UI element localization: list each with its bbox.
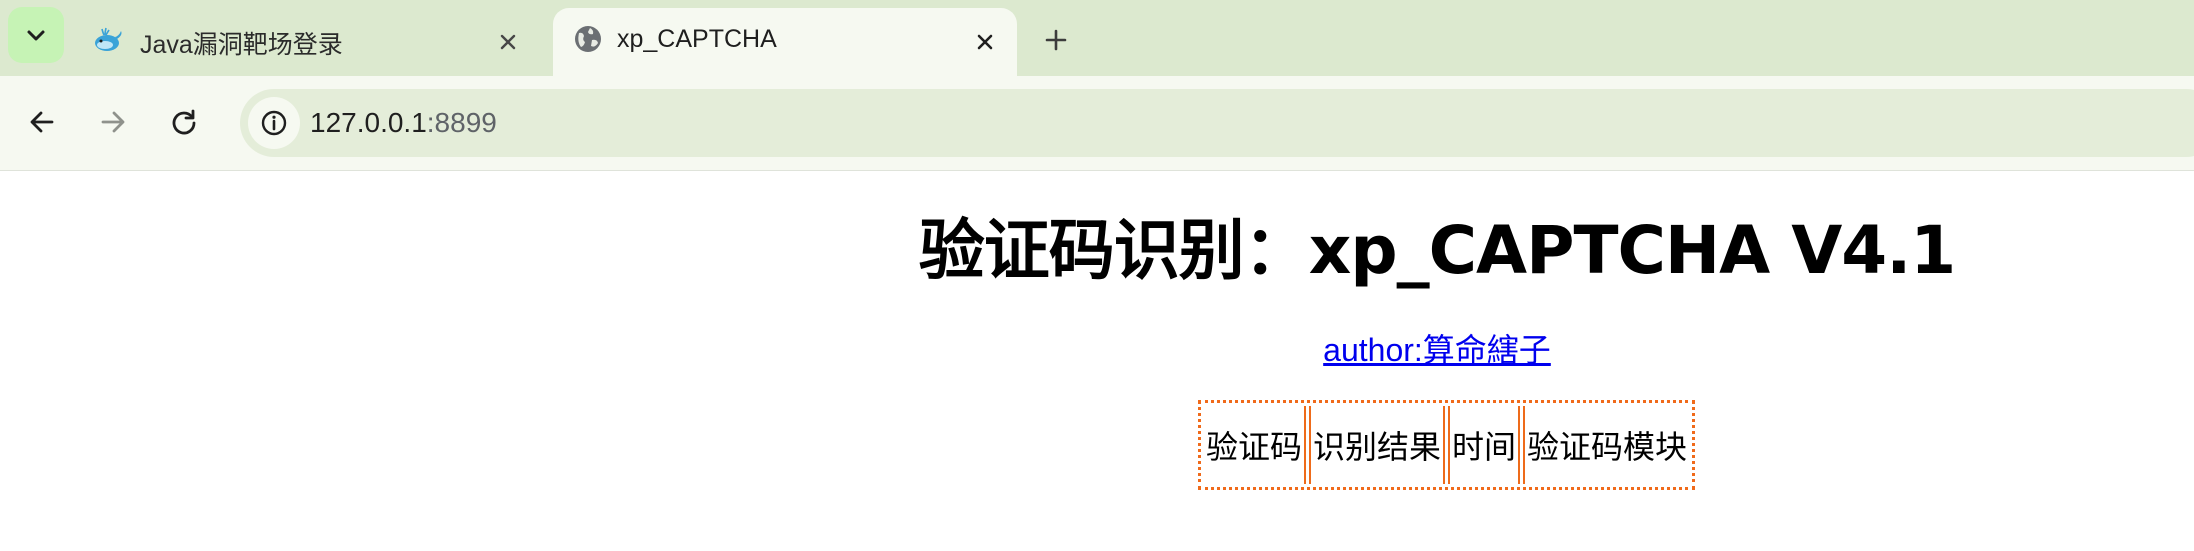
tab-strip: Java漏洞靶场登录 xp_CAPTCHA bbox=[0, 0, 2194, 76]
whale-icon bbox=[92, 23, 124, 55]
info-icon bbox=[261, 110, 287, 136]
new-tab-button[interactable] bbox=[1038, 22, 1074, 58]
captcha-result-table: 验证码 识别结果 时间 验证码模块 bbox=[1198, 400, 1696, 490]
url-host: 127.0.0.1 bbox=[310, 107, 427, 138]
page-title: 验证码识别：xp_CAPTCHA V4.1 bbox=[918, 212, 1956, 289]
tab-search-button[interactable] bbox=[8, 7, 64, 63]
reload-button[interactable] bbox=[162, 100, 206, 144]
tab-xp-captcha[interactable]: xp_CAPTCHA bbox=[553, 8, 1017, 76]
page-content: 验证码识别：xp_CAPTCHA V4.1 author:算命縖子 验证码 识别… bbox=[0, 171, 2194, 551]
browser-toolbar: 127.0.0.1:8899 bbox=[0, 76, 2194, 171]
forward-button[interactable] bbox=[91, 100, 135, 144]
back-button[interactable] bbox=[20, 100, 64, 144]
tab-title: Java漏洞靶场登录 bbox=[140, 31, 343, 59]
column-header-module: 验证码模块 bbox=[1523, 406, 1689, 484]
site-info-button[interactable] bbox=[248, 97, 300, 149]
plus-icon bbox=[1045, 29, 1067, 51]
author-link[interactable]: author:算命縖子 bbox=[0, 325, 2194, 371]
reload-icon bbox=[172, 109, 196, 135]
column-header-time: 时间 bbox=[1448, 406, 1521, 484]
close-icon[interactable] bbox=[494, 28, 522, 56]
tab-title: xp_CAPTCHA bbox=[617, 25, 777, 53]
globe-icon bbox=[572, 23, 604, 55]
tab-java-login[interactable]: Java漏洞靶场登录 bbox=[76, 8, 546, 76]
url-port: :8899 bbox=[426, 107, 497, 138]
table-header-row: 验证码 识别结果 时间 验证码模块 bbox=[1204, 406, 1689, 484]
close-icon[interactable] bbox=[971, 28, 999, 56]
address-bar[interactable]: 127.0.0.1:8899 bbox=[240, 89, 2194, 157]
column-header-captcha: 验证码 bbox=[1204, 406, 1307, 484]
url-text: 127.0.0.1:8899 bbox=[310, 107, 497, 139]
arrow-left-icon bbox=[30, 111, 54, 133]
chevron-down-icon bbox=[27, 30, 45, 41]
column-header-result: 识别结果 bbox=[1309, 406, 1446, 484]
arrow-right-icon bbox=[101, 111, 125, 133]
